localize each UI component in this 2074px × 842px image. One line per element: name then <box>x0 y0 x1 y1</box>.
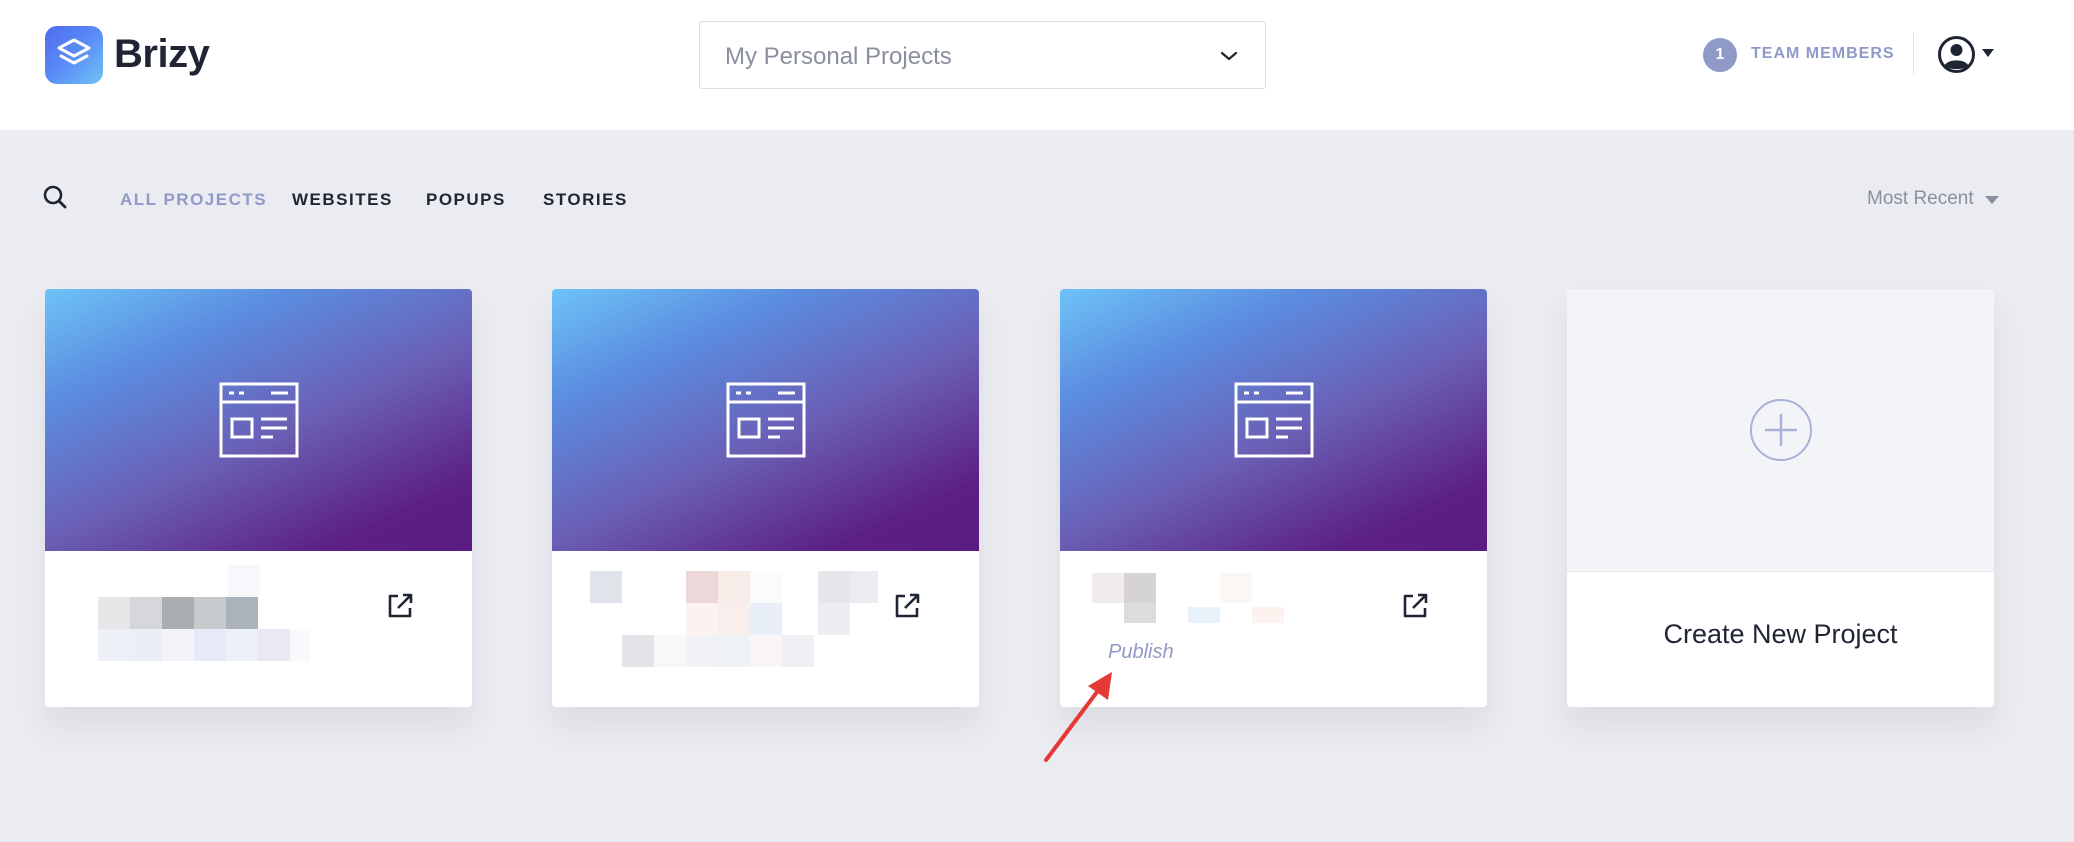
project-selector[interactable]: My Personal Projects <box>699 21 1266 89</box>
project-thumbnail[interactable] <box>552 289 979 551</box>
filter-stories[interactable]: STORIES <box>543 190 628 210</box>
search-icon[interactable] <box>42 184 68 210</box>
website-template-icon <box>219 382 299 458</box>
brand-name[interactable]: Brizy <box>114 32 210 77</box>
project-selector-value: My Personal Projects <box>725 43 952 70</box>
publish-link[interactable]: Publish <box>1108 641 1174 664</box>
project-thumbnail[interactable] <box>1060 289 1487 551</box>
filter-websites[interactable]: WEBSITES <box>292 190 393 210</box>
filter-popups[interactable]: POPUPS <box>426 190 506 210</box>
plus-circle-icon <box>1750 399 1812 461</box>
annotation-arrow-icon <box>1044 672 1112 762</box>
team-members-link[interactable]: TEAM MEMBERS <box>1751 45 1895 63</box>
open-external-icon[interactable] <box>1400 591 1430 621</box>
project-card[interactable] <box>552 289 979 707</box>
open-external-icon[interactable] <box>385 591 415 621</box>
project-card[interactable]: Publish <box>1060 289 1487 707</box>
project-name-redacted <box>98 565 368 675</box>
project-card[interactable] <box>45 289 472 707</box>
create-new-project-label[interactable]: Create New Project <box>1567 619 1994 650</box>
website-template-icon <box>726 382 806 458</box>
website-template-icon <box>1234 382 1314 458</box>
project-thumbnail[interactable] <box>45 289 472 551</box>
project-name-redacted <box>590 571 878 681</box>
user-avatar-icon[interactable] <box>1938 36 1975 73</box>
chevron-down-icon <box>1220 51 1238 61</box>
top-header: Brizy My Personal Projects 1 TEAM MEMBER… <box>0 0 2074 130</box>
create-new-project-area[interactable] <box>1567 289 1994 572</box>
team-count-badge[interactable]: 1 <box>1703 38 1737 72</box>
header-divider <box>1913 33 1914 75</box>
open-external-icon[interactable] <box>892 591 922 621</box>
sort-dropdown[interactable]: Most Recent <box>1867 188 1974 210</box>
filter-all-projects[interactable]: ALL PROJECTS <box>120 190 267 210</box>
account-menu-caret-icon[interactable] <box>1982 49 1994 57</box>
project-name-redacted <box>1092 573 1312 633</box>
create-new-project-card[interactable]: Create New Project <box>1567 289 1994 707</box>
sort-caret-icon[interactable] <box>1985 196 1999 204</box>
layers-icon <box>57 38 91 65</box>
brizy-logo[interactable] <box>45 26 103 84</box>
